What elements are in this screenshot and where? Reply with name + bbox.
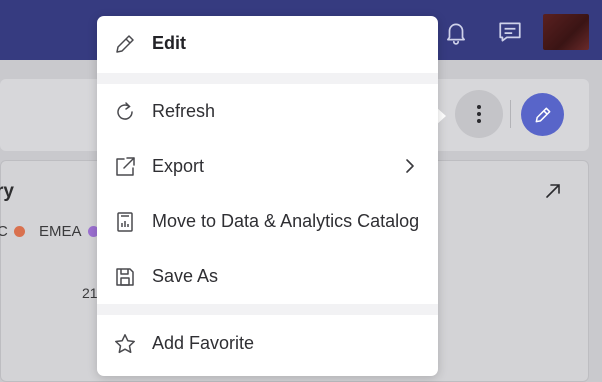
refresh-icon: [113, 100, 137, 124]
toolbar-separator: [510, 100, 511, 128]
legend-label: EMEA: [39, 223, 82, 240]
menu-item-export[interactable]: Export: [97, 139, 438, 194]
save-icon: [113, 265, 137, 289]
legend-dot: [14, 226, 25, 237]
star-icon: [113, 332, 137, 356]
pencil-icon: [113, 32, 137, 56]
menu-item-label: Add Favorite: [152, 333, 255, 353]
chevron-right-icon: [400, 156, 420, 176]
menu-item-label: Refresh: [152, 101, 216, 121]
chat-icon[interactable]: [497, 19, 523, 45]
context-menu: Edit Refresh Export Move to Data & Analy…: [97, 16, 438, 376]
menu-item-label: Export: [152, 156, 205, 176]
menu-item-add-favorite[interactable]: Add Favorite: [97, 316, 438, 371]
pencil-icon: [535, 107, 550, 122]
catalog-icon: [113, 210, 137, 234]
menu-item-label: Save As: [152, 266, 219, 286]
legend-label: C: [0, 223, 8, 240]
menu-item-edit[interactable]: Edit: [97, 16, 438, 71]
more-options-button[interactable]: [455, 90, 503, 138]
card-title: ry: [0, 181, 14, 202]
vertical-dots-icon: [477, 105, 481, 123]
menu-item-refresh[interactable]: Refresh: [97, 84, 438, 139]
menu-item-label: Move to Data & Analytics Catalog: [152, 211, 420, 231]
menu-item-save-as[interactable]: Save As: [97, 249, 438, 304]
export-icon: [113, 155, 137, 179]
menu-item-move-to-catalog[interactable]: Move to Data & Analytics Catalog: [97, 194, 438, 249]
expand-icon[interactable]: [543, 181, 563, 201]
menu-divider: [97, 304, 438, 315]
bell-icon[interactable]: [443, 19, 469, 45]
menu-item-label: Edit: [152, 33, 186, 53]
menu-divider: [97, 73, 438, 84]
chart-tick-label: 21: [82, 285, 98, 301]
user-avatar[interactable]: [543, 14, 589, 50]
edit-dashboard-button[interactable]: [521, 93, 564, 136]
